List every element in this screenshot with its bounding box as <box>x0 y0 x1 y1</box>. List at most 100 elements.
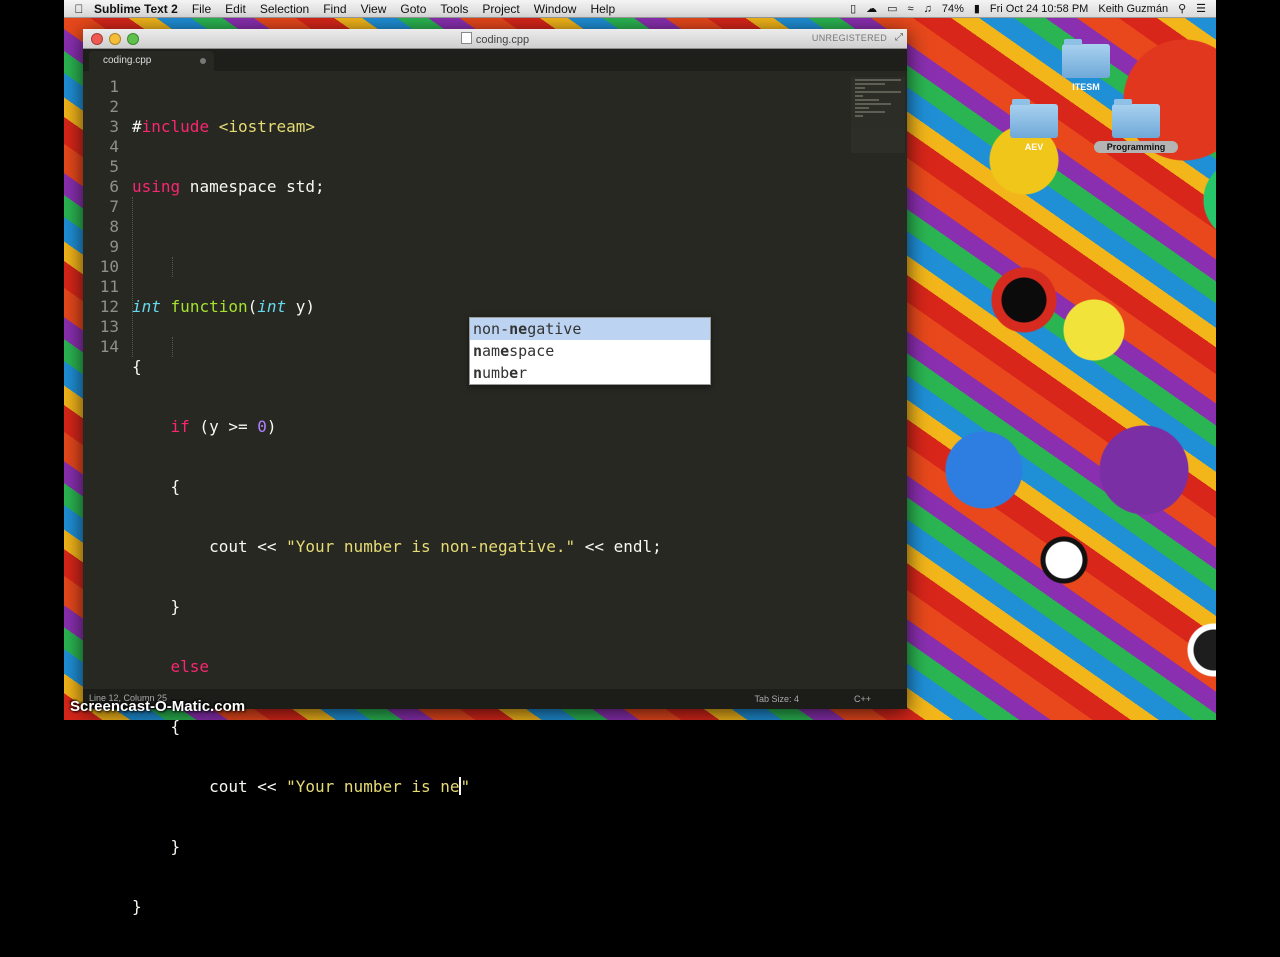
code-line: { <box>132 717 662 737</box>
desktop-folder-itesm[interactable]: ITESM <box>1058 39 1114 93</box>
type-keyword: int <box>257 297 287 316</box>
tab-coding-cpp[interactable]: coding.cpp <box>89 51 214 71</box>
battery-percent[interactable]: 74% <box>942 3 964 15</box>
notification-center-icon[interactable]: ☰ <box>1196 2 1206 15</box>
code-line: { <box>132 477 662 497</box>
menu-help[interactable]: Help <box>590 2 615 16</box>
volume-icon[interactable]: ♫ <box>924 3 932 15</box>
cloud-icon[interactable]: ☁ <box>866 2 877 15</box>
line-number: 10 <box>99 257 119 276</box>
minimap[interactable] <box>851 77 905 153</box>
syntax-selector[interactable]: C++ <box>854 694 871 704</box>
desktop-folder-aev[interactable]: AEV <box>1006 99 1062 153</box>
window-title: coding.cpp <box>83 32 907 46</box>
line-number: 12 <box>99 297 119 316</box>
code-line: if (y >= 0) <box>132 417 662 437</box>
code-text-span: namespace std; <box>180 177 325 196</box>
ac-text: non- <box>473 320 510 338</box>
indent-guide <box>172 337 173 357</box>
menu-view[interactable]: View <box>361 2 387 16</box>
drive-icon[interactable]: ▯ <box>850 2 856 15</box>
function-name: function <box>170 297 248 316</box>
autocomplete-item[interactable]: namespace <box>470 340 710 362</box>
desktop-folder-label: Programming <box>1094 141 1178 153</box>
autocomplete-item[interactable]: non-negative <box>470 318 710 340</box>
keyword: else <box>170 657 210 676</box>
ac-match: e <box>509 364 519 382</box>
airplay-icon[interactable]: ▭ <box>887 2 897 15</box>
include-target: <iostream> <box>209 117 316 136</box>
ac-match: n <box>473 342 483 360</box>
desktop-folder-programming[interactable]: Programming <box>1094 99 1178 153</box>
menu-selection[interactable]: Selection <box>260 2 309 16</box>
line-number: 8 <box>109 217 119 236</box>
indent-guide <box>132 197 133 357</box>
autocomplete-popup[interactable]: non-negative namespace number <box>469 317 711 385</box>
line-number-gutter: 1 2 3 4 5 6 7 8 9 10 11 12 13 14 <box>83 77 119 357</box>
menu-tools[interactable]: Tools <box>440 2 468 16</box>
numeric-literal: 0 <box>257 417 267 436</box>
ac-text: r <box>518 364 528 382</box>
line-number: 2 <box>109 97 119 116</box>
line-number: 11 <box>99 277 119 296</box>
code-text-span: y) <box>286 297 316 316</box>
unsaved-dot-icon[interactable] <box>200 58 206 64</box>
string-literal: "Your number is non-negative." <box>286 537 576 556</box>
code-text[interactable]: #include <iostream> using namespace std;… <box>132 77 662 957</box>
desktop-folder-label: ITESM <box>1072 82 1100 92</box>
letterbox-right <box>1216 0 1280 720</box>
code-editor[interactable]: 1 2 3 4 5 6 7 8 9 10 11 12 13 14 #includ… <box>83 71 907 916</box>
line-number: 9 <box>109 237 119 256</box>
code-text-span: } <box>132 597 181 616</box>
keyword: using <box>132 177 181 196</box>
tab-size-selector[interactable]: Tab Size: 4 <box>754 694 799 704</box>
line-number: 7 <box>109 197 119 216</box>
code-text-span: } <box>132 897 142 916</box>
code-line: else <box>132 657 662 677</box>
ac-text: umb <box>482 364 510 382</box>
code-line: int function(int y) <box>132 297 662 317</box>
code-text-span: << endl; <box>575 537 662 556</box>
line-number: 3 <box>109 117 119 136</box>
battery-icon[interactable]: ▮ <box>974 2 980 15</box>
code-line: } <box>132 897 662 917</box>
ac-match: ne <box>509 320 528 338</box>
fullscreen-icon[interactable]: ⤢ <box>895 32 903 43</box>
autocomplete-item[interactable]: number <box>470 362 710 384</box>
code-line: } <box>132 837 662 857</box>
code-text-span: { <box>132 477 181 496</box>
line-number: 4 <box>109 137 119 156</box>
menu-window[interactable]: Window <box>534 2 577 16</box>
folder-icon <box>1010 99 1058 138</box>
code-line: #include <iostream> <box>132 117 662 137</box>
code-text-span: cout << <box>132 537 287 556</box>
clock[interactable]: Fri Oct 24 10:58 PM <box>990 3 1088 15</box>
menu-find[interactable]: Find <box>323 2 346 16</box>
string-literal: " <box>460 777 471 796</box>
tab-bar: coding.cpp <box>83 49 907 71</box>
preprocessor-hash: # <box>132 117 142 136</box>
line-number: 14 <box>99 337 119 356</box>
wifi-icon[interactable]: ≈ <box>908 3 914 15</box>
window-titlebar[interactable]: coding.cpp UNREGISTERED ⤢ <box>83 29 907 49</box>
menu-file[interactable]: File <box>192 2 211 16</box>
menu-project[interactable]: Project <box>482 2 519 16</box>
code-line: } <box>132 597 662 617</box>
spotlight-search-icon[interactable]: ⚲ <box>1178 2 1186 15</box>
folder-icon <box>1062 39 1110 78</box>
ac-text: space <box>509 342 555 360</box>
code-line: cout << "Your number is ne" <box>132 777 662 797</box>
code-text-span: ( <box>247 297 258 316</box>
menu-edit[interactable]: Edit <box>225 2 246 16</box>
unregistered-label: UNREGISTERED <box>811 33 887 43</box>
menu-app-name[interactable]: Sublime Text 2 <box>94 2 178 16</box>
menu-goto[interactable]: Goto <box>400 2 426 16</box>
user-name[interactable]: Keith Guzmán <box>1098 3 1168 15</box>
apple-icon[interactable]:  <box>64 2 94 16</box>
preprocessor-directive: include <box>141 117 210 136</box>
type-keyword: int <box>132 297 161 316</box>
code-line: using namespace std; <box>132 177 662 197</box>
